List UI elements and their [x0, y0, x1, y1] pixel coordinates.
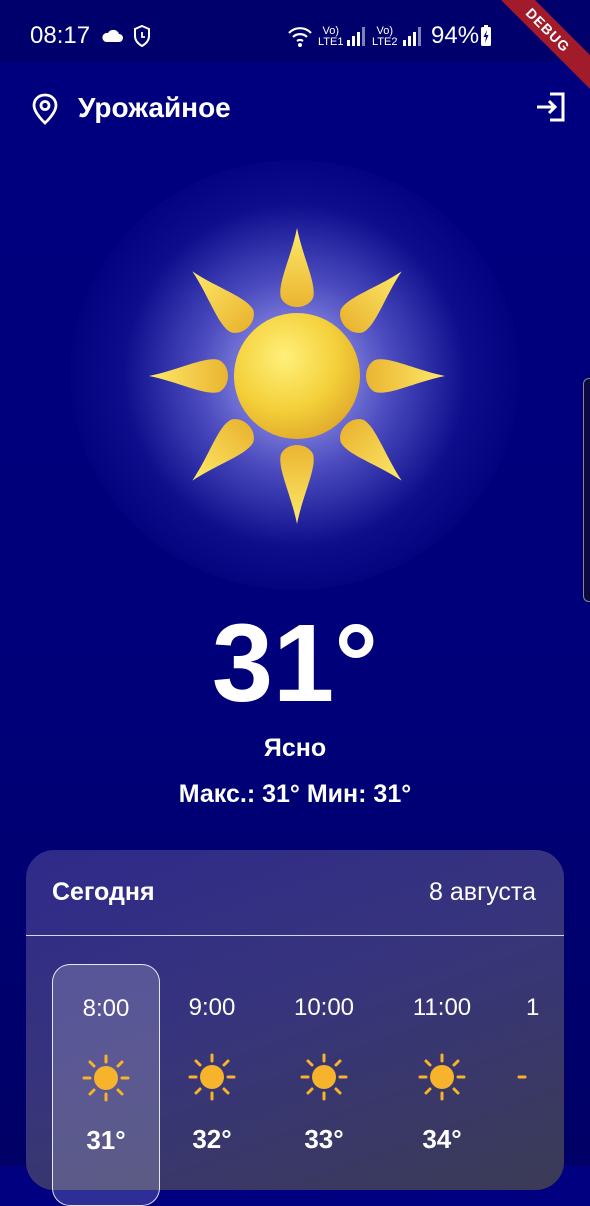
forecast-date: 8 августа: [429, 878, 536, 906]
weather-illustration: [70, 160, 520, 590]
sun-icon: [82, 1054, 130, 1102]
sun-icon: [517, 1075, 527, 1079]
signal-2-icon: [403, 27, 421, 46]
network-1-label: Vo) LTE1: [318, 25, 344, 48]
signal-1-icon: [347, 27, 365, 46]
wifi-icon: [288, 27, 312, 47]
sun-icon: [188, 1053, 236, 1101]
sun-icon: [418, 1053, 466, 1101]
hour-temperature: 33°: [304, 1124, 344, 1154]
hour-item[interactable]: 11:00 34°: [389, 964, 495, 1204]
hour-time: 11:00: [412, 994, 472, 1021]
hour-item[interactable]: 9:00 32°: [159, 964, 265, 1204]
hour-item-partial[interactable]: 1: [506, 964, 564, 1204]
sun-icon: [149, 228, 445, 524]
hour-time: 1: [526, 994, 540, 1021]
hour-temperature: 31°: [86, 1125, 126, 1155]
battery-percent: 94%: [431, 22, 480, 49]
hour-time: 9:00: [188, 994, 236, 1021]
current-temperature: 31°: [211, 602, 379, 725]
edge-scroll-handle[interactable]: [583, 378, 590, 602]
hourly-forecast-card: Сегодня 8 августа 8:00 31° 9:00 32° 10:0…: [26, 850, 564, 1206]
battery-charging-icon: [481, 25, 491, 46]
hour-temperature: 32°: [192, 1124, 232, 1154]
top-bar: Урожайное: [0, 78, 590, 138]
forecast-title: Сегодня: [52, 878, 155, 906]
logout-icon[interactable]: [534, 90, 568, 124]
hour-temperature: 34°: [422, 1124, 462, 1154]
network-2-label: Vo) LTE2: [372, 25, 398, 48]
hour-time: 8:00: [82, 995, 130, 1022]
hour-item[interactable]: 10:00 33°: [271, 964, 377, 1204]
location-name[interactable]: Урожайное: [78, 92, 231, 124]
min-max-temperature: Макс.: 31° Мин: 31°: [178, 780, 412, 808]
shield-icon: [134, 24, 150, 48]
hour-item[interactable]: 8:00 31°: [52, 964, 160, 1206]
sun-icon: [300, 1053, 348, 1101]
status-bar: 08:17 Vo) LTE1 Vo) LTE2 94%: [0, 0, 590, 62]
cloud-icon: [102, 29, 123, 42]
status-time: 08:17: [30, 22, 91, 49]
current-condition: Ясно: [263, 734, 327, 762]
location-pin-icon[interactable]: [30, 92, 60, 126]
hour-time: 10:00: [293, 994, 355, 1021]
divider: [26, 935, 564, 936]
